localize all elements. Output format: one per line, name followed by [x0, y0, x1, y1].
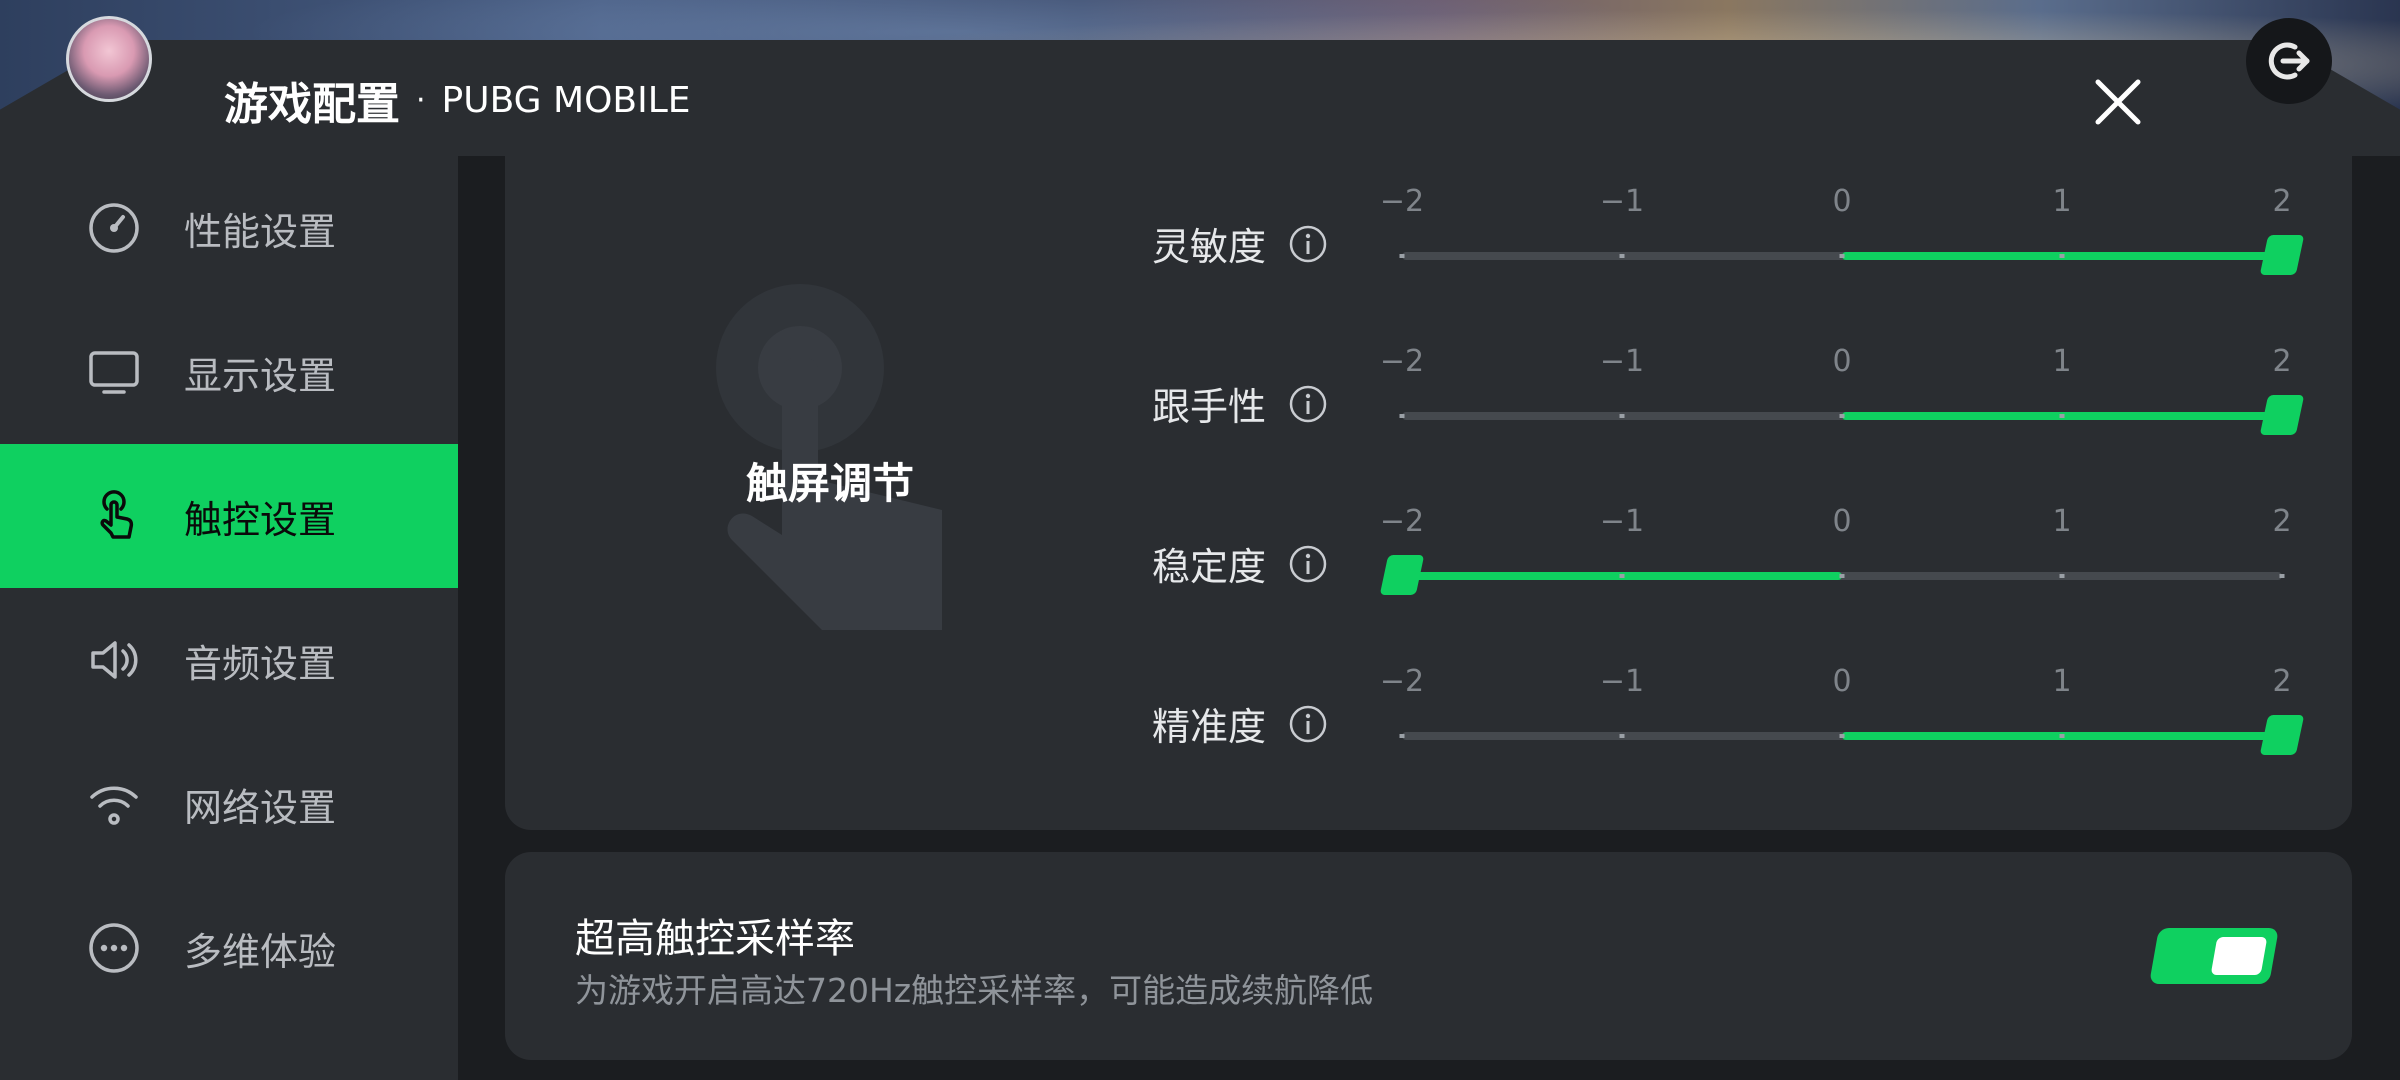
slider-step-dot [1619, 254, 1625, 258]
sidebar-item-audio[interactable]: 音频设置 [0, 588, 458, 732]
exit-icon [2268, 42, 2310, 80]
tick-label: −2 [1379, 344, 1425, 379]
tick-label: 2 [2272, 184, 2292, 219]
sensitivity-tick-labels: −2 −1 0 1 2 [1380, 184, 2292, 224]
monitor-icon [86, 344, 142, 400]
tick-label: −1 [1599, 664, 1645, 699]
touch-hand-icon [86, 488, 142, 544]
slider-step-dot [1839, 414, 1845, 418]
sampling-rate-toggle[interactable] [2149, 928, 2279, 984]
slider-step-dot [1399, 734, 1405, 738]
sensitivity-label: 灵敏度 [1152, 225, 1267, 269]
precision-slider[interactable] [1399, 715, 2305, 755]
slider-step-dot [2279, 574, 2285, 578]
slider-step-dot [1839, 254, 1845, 258]
touch-adjust-title: 触屏调节 [745, 459, 914, 508]
toggle-knob [2210, 937, 2268, 975]
sidebar-item-label: 音频设置 [184, 641, 337, 686]
stability-tick-labels: −2 −1 0 1 2 [1380, 504, 2292, 544]
sidebar-item-multi-experience[interactable]: 多维体验 [0, 876, 458, 1020]
tick-label: −1 [1599, 344, 1645, 379]
settings-sidebar: 性能设置 显示设置 触控设置 音频设置 网络设置 多维体验 [0, 156, 458, 1080]
sensitivity-label-row: 灵敏度 [1152, 216, 1328, 271]
slider-step-dot [2059, 414, 2065, 418]
stability-label-row: 稳定度 [1152, 536, 1328, 591]
title-text: 游戏配置 [224, 79, 400, 130]
slider-step-dot [1399, 254, 1405, 258]
sidebar-item-display[interactable]: 显示设置 [0, 300, 458, 444]
close-button[interactable] [2082, 66, 2154, 138]
speaker-icon [86, 632, 142, 688]
precision-tick-labels: −2 −1 0 1 2 [1380, 664, 2292, 704]
sidebar-item-label: 显示设置 [184, 353, 337, 398]
tick-label: 2 [2272, 504, 2292, 539]
slider-step-dot [2059, 254, 2065, 258]
follow-label: 跟手性 [1152, 385, 1267, 429]
tick-label: −1 [1599, 184, 1645, 219]
close-icon [2095, 79, 2141, 125]
precision-label-row: 精准度 [1152, 696, 1328, 751]
game-name: PUBG MOBILE [441, 79, 691, 121]
more-dots-icon [86, 920, 142, 976]
sidebar-item-label: 多维体验 [184, 929, 337, 974]
stability-slider[interactable] [1379, 555, 2285, 595]
slider-step-dot [2059, 574, 2065, 578]
info-icon[interactable] [1288, 224, 1328, 264]
follow-slider[interactable] [1399, 395, 2305, 435]
sidebar-item-network[interactable]: 网络设置 [0, 732, 458, 876]
sidebar-item-label: 性能设置 [184, 209, 337, 254]
slider-step-dot [1619, 414, 1625, 418]
tick-label: 2 [2272, 344, 2292, 379]
sidebar-item-touch[interactable]: 触控设置 [0, 444, 458, 588]
title-separator: · [416, 82, 426, 118]
stability-label: 稳定度 [1152, 545, 1267, 589]
sampling-rate-description: 为游戏开启高达720Hz触控采样率，可能造成续航降低 [575, 971, 1374, 1010]
sensitivity-slider[interactable] [1399, 235, 2305, 275]
slider-step-dot [1619, 574, 1625, 578]
tick-label: 0 [1832, 184, 1852, 219]
info-icon[interactable] [1288, 384, 1328, 424]
tick-label: 1 [2052, 184, 2072, 219]
slider-step-dot [1619, 734, 1625, 738]
tick-label: −1 [1599, 504, 1645, 539]
follow-tick-labels: −2 −1 0 1 2 [1380, 344, 2292, 384]
exit-button[interactable] [2246, 18, 2332, 104]
slider-step-dot [1839, 734, 1845, 738]
precision-label: 精准度 [1152, 705, 1267, 749]
tick-label: 1 [2052, 664, 2072, 699]
wifi-icon [86, 776, 142, 832]
tick-label: −2 [1379, 664, 1425, 699]
user-avatar[interactable] [66, 16, 152, 102]
follow-label-row: 跟手性 [1152, 376, 1328, 431]
page-title: 游戏配置 · PUBG MOBILE [224, 60, 691, 140]
slider-step-dot [2059, 734, 2065, 738]
sidebar-item-performance[interactable]: 性能设置 [0, 156, 458, 300]
tick-label: 0 [1832, 344, 1852, 379]
slider-step-dot [1399, 414, 1405, 418]
info-icon[interactable] [1288, 704, 1328, 744]
tick-label: 0 [1832, 504, 1852, 539]
tick-label: 0 [1832, 664, 1852, 699]
tick-label: 2 [2272, 664, 2292, 699]
tick-label: −2 [1379, 184, 1425, 219]
tick-label: −2 [1379, 504, 1425, 539]
sidebar-item-label: 触控设置 [184, 497, 337, 542]
speedometer-icon [86, 200, 142, 256]
sampling-rate-title: 超高触控采样率 [575, 916, 855, 962]
slider-step-dot [1839, 574, 1845, 578]
sidebar-item-label: 网络设置 [184, 785, 337, 830]
info-icon[interactable] [1288, 544, 1328, 584]
tick-label: 1 [2052, 504, 2072, 539]
tick-label: 1 [2052, 344, 2072, 379]
